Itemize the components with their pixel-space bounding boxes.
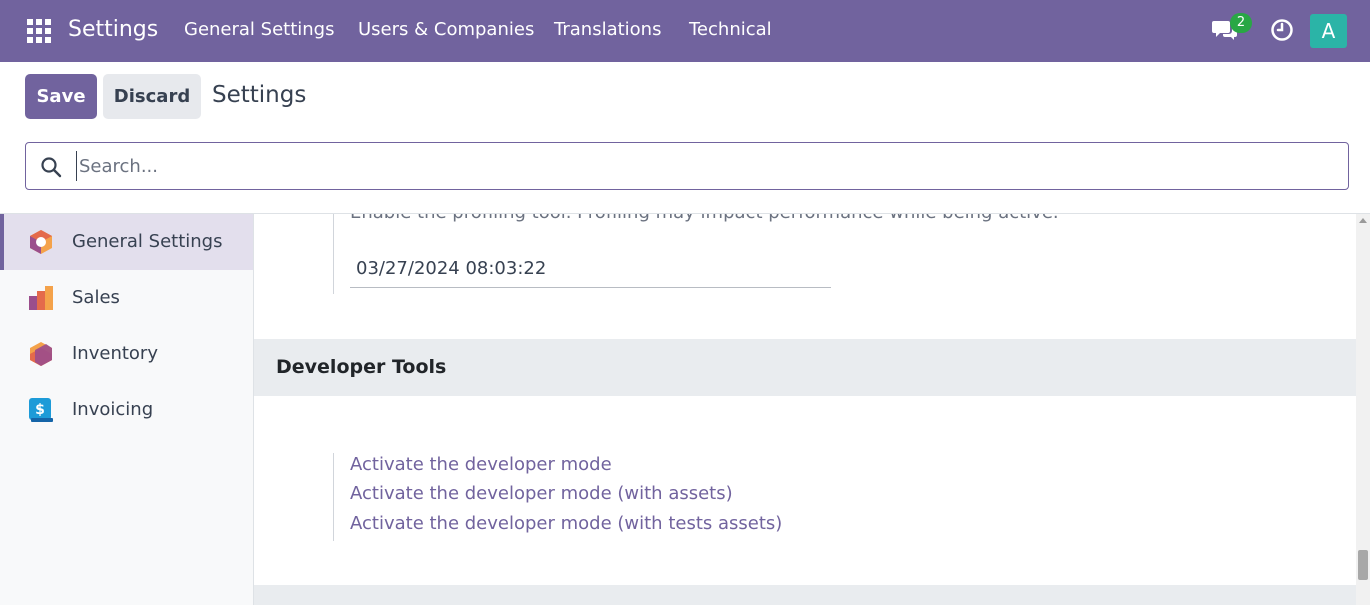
settings-sidebar: General Settings Sales Inventory $ Invoi… — [0, 214, 254, 605]
profiling-date-field[interactable]: 03/27/2024 08:03:22 — [350, 254, 831, 288]
menu-translations[interactable]: Translations — [554, 19, 661, 40]
menu-general-settings[interactable]: General Settings — [184, 19, 335, 40]
section-header-next — [254, 585, 1356, 605]
profiling-date-value: 03/27/2024 08:03:22 — [356, 258, 547, 279]
sidebar-item-invoicing[interactable]: $ Invoicing — [0, 382, 253, 438]
scrollbar-thumb[interactable] — [1358, 550, 1368, 580]
sidebar-item-sales[interactable]: Sales — [0, 270, 253, 326]
profiling-description: Enable the profiling tool. Profiling may… — [350, 214, 1059, 223]
search-input[interactable] — [76, 151, 1336, 181]
chat-count-badge: 2 — [1230, 13, 1252, 33]
setting-divider — [333, 453, 334, 541]
top-navbar: Settings General Settings Users & Compan… — [0, 0, 1370, 62]
sales-icon — [29, 286, 53, 310]
activate-developer-mode-tests-link[interactable]: Activate the developer mode (with tests … — [350, 513, 782, 534]
activate-developer-mode-link[interactable]: Activate the developer mode — [350, 454, 612, 475]
user-avatar[interactable]: A — [1310, 14, 1347, 48]
clock-icon[interactable] — [1270, 18, 1294, 42]
scroll-up-arrow-icon[interactable] — [1359, 218, 1367, 223]
section-title: Developer Tools — [276, 356, 447, 378]
sidebar-item-label: Inventory — [72, 343, 158, 364]
save-button[interactable]: Save — [25, 74, 97, 119]
sidebar-item-label: Sales — [72, 287, 120, 308]
sidebar-item-label: Invoicing — [72, 399, 154, 420]
sidebar-item-label: General Settings — [72, 231, 223, 252]
content-scrollbar[interactable] — [1356, 214, 1370, 605]
inventory-icon — [30, 342, 52, 366]
search-icon — [41, 157, 62, 178]
sidebar-item-inventory[interactable]: Inventory — [0, 326, 253, 382]
discard-button[interactable]: Discard — [103, 74, 201, 119]
page-title: Settings — [212, 82, 307, 108]
settings-content: Enable the profiling tool. Profiling may… — [254, 214, 1356, 605]
setting-divider — [333, 214, 334, 294]
search-box — [25, 142, 1349, 190]
invoicing-icon: $ — [29, 398, 53, 422]
activate-developer-mode-assets-link[interactable]: Activate the developer mode (with assets… — [350, 483, 733, 504]
apps-menu-icon[interactable] — [27, 19, 51, 43]
menu-technical[interactable]: Technical — [689, 19, 772, 40]
section-header-developer-tools: Developer Tools — [254, 339, 1356, 396]
general-settings-icon — [30, 230, 52, 254]
sidebar-item-general-settings[interactable]: General Settings — [0, 214, 253, 270]
svg-text:$: $ — [35, 402, 45, 418]
app-brand[interactable]: Settings — [68, 17, 158, 42]
menu-users-companies[interactable]: Users & Companies — [358, 19, 534, 40]
